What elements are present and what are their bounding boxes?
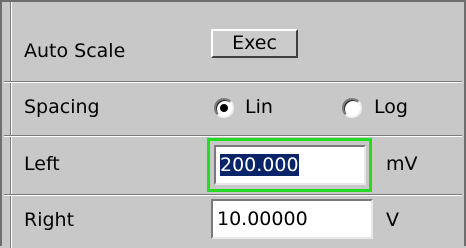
left-unit: mV [386, 153, 418, 175]
spacing-lin-label[interactable]: Lin [245, 95, 273, 119]
spacing-log-label[interactable]: Log [374, 95, 408, 119]
row-divider [4, 135, 462, 137]
auto-scale-settings-panel: Auto Scale Exec Spacing Lin Log Left 200… [0, 0, 466, 248]
right-label: Right [24, 209, 75, 231]
spacing-log-radio[interactable] [342, 98, 362, 118]
right-value-input[interactable]: 10.00000 [211, 199, 373, 239]
spacing-label: Spacing [24, 96, 100, 118]
left-value-input[interactable]: 200.000 [214, 145, 366, 185]
radio-selected-dot [220, 104, 228, 112]
left-value-focus-frame: 200.000 [207, 138, 372, 192]
spacing-lin-radio[interactable] [214, 98, 234, 118]
auto-scale-label: Auto Scale [24, 40, 126, 62]
left-value-selection: 200.000 [220, 154, 299, 176]
right-unit: V [386, 209, 399, 231]
auto-scale-exec-button[interactable]: Exec [211, 29, 298, 58]
left-label: Left [24, 153, 60, 175]
row-divider [4, 81, 462, 83]
panel-left-divider [10, 2, 12, 248]
row-divider [4, 194, 462, 196]
